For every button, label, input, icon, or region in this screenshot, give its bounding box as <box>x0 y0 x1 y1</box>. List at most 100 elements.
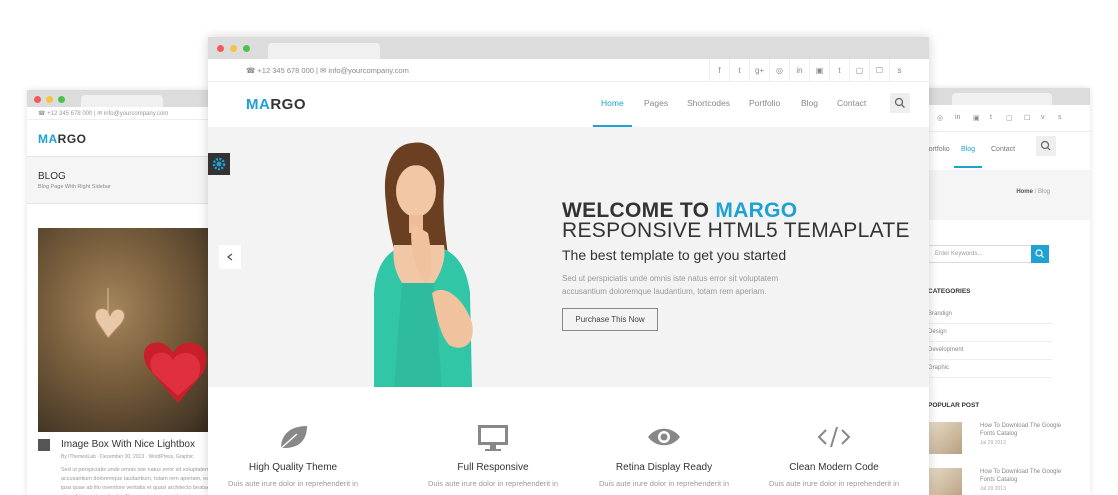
social-icon[interactable]: ▣ <box>973 114 980 122</box>
feature-desc: Duis aute irure dolor in reprehenderit i… <box>427 479 559 488</box>
feature-title: Clean Modern Code <box>789 462 879 473</box>
search-icon <box>894 97 905 108</box>
hero-text: Sed ut perspiciatis unde omnis iste natu… <box>562 274 779 296</box>
breadcrumb-home[interactable]: Home <box>1016 189 1033 195</box>
contact-info: ☎ +12 345 678 000 | ✉ info@yourcompany.c… <box>246 66 409 75</box>
main-nav: Portfolio Blog Contact <box>912 132 1090 170</box>
social-icon[interactable]: t <box>990 114 992 121</box>
post-excerpt: Sed ut perspiciatis unde omnis iste natu… <box>61 467 218 495</box>
popular-post-item[interactable]: How To Download The Google Fonts Catalog… <box>928 468 1061 495</box>
active-nav-underline <box>954 166 982 168</box>
post-meta: By iThemesLab · December 30, 2013 · Word… <box>61 454 194 460</box>
browser-chrome <box>27 90 222 107</box>
nav-item-blog[interactable]: Blog <box>801 98 818 108</box>
linkedin-icon[interactable]: in <box>789 59 809 82</box>
site-header: MARGO Home Pages Shortcodes Portfolio Bl… <box>208 82 929 127</box>
google-plus-icon[interactable]: g+ <box>749 59 769 82</box>
slider-prev-button[interactable] <box>219 245 241 269</box>
browser-tab[interactable] <box>952 93 1052 105</box>
flickr-icon[interactable]: ▣ <box>809 59 829 82</box>
search-icon <box>1040 140 1051 151</box>
nav-item-contact[interactable]: Contact <box>991 146 1015 153</box>
facebook-icon[interactable]: f <box>709 59 729 82</box>
page-banner: BLOG Blog Page With Right Sidebar <box>27 157 222 204</box>
post-thumbnail[interactable] <box>928 468 962 495</box>
code-icon <box>817 426 851 448</box>
sidebar-search-button[interactable] <box>1031 245 1049 263</box>
popular-post-heading: POPULAR POST <box>928 402 980 409</box>
social-icon[interactable]: ▢ <box>1006 114 1013 122</box>
popular-post-title[interactable]: How To Download The Google Fonts Catalog <box>980 422 1070 438</box>
post-title[interactable]: Image Box With Nice Lightbox <box>61 439 195 450</box>
category-item[interactable]: Design <box>928 324 1052 342</box>
popular-post-title[interactable]: How To Download The Google Fonts Catalog <box>980 468 1070 484</box>
image-icon <box>38 439 50 451</box>
search-button[interactable] <box>890 93 910 113</box>
post-thumbnail[interactable] <box>928 422 962 454</box>
leaf-icon <box>278 426 307 451</box>
blog-browser-window: ☎ +12 345 678 000 | ✉ info@yourcompany.c… <box>27 90 222 495</box>
nav-item-portfolio[interactable]: Portfolio <box>749 98 780 108</box>
nav-item-shortcodes[interactable]: Shortcodes <box>687 98 730 108</box>
site-logo[interactable]: MARGO <box>38 132 87 146</box>
social-icon[interactable]: v <box>1041 114 1045 121</box>
feature-desc: Duis aute irure dolor in reprehenderit i… <box>227 479 359 488</box>
popular-post-date: Jul 29 2013 <box>980 486 1006 492</box>
social-icon[interactable]: ☐ <box>1024 114 1030 122</box>
hero-subtitle: The best template to get you started <box>562 247 787 263</box>
feature-item: Full Responsive Duis aute irure dolor in… <box>408 422 578 488</box>
close-dot-icon[interactable] <box>217 45 224 52</box>
purchase-button[interactable]: Purchase This Now <box>562 308 658 331</box>
category-item[interactable]: Graphic <box>928 360 1052 378</box>
nav-item-pages[interactable]: Pages <box>644 98 668 108</box>
feature-title: Full Responsive <box>457 462 529 473</box>
social-icon[interactable]: ◎ <box>937 114 943 122</box>
site-header: MARGO <box>27 120 222 157</box>
nav-item-blog[interactable]: Blog <box>961 146 975 153</box>
search-button[interactable] <box>1036 136 1056 156</box>
style-switcher-button[interactable] <box>208 153 230 175</box>
category-item[interactable]: Development <box>928 342 1052 360</box>
skype-icon[interactable]: s <box>889 59 909 82</box>
maximize-dot-icon[interactable] <box>58 96 65 103</box>
site-logo[interactable]: MARGO <box>246 96 306 113</box>
nav-item-contact[interactable]: Contact <box>837 98 866 108</box>
dribbble-icon[interactable]: ◎ <box>769 59 789 82</box>
hero-title-line2: RESPONSIVE HTML5 TEMAPLATE <box>562 219 910 242</box>
feature-title: Retina Display Ready <box>615 462 713 473</box>
breadcrumb-current: / Blog <box>1032 189 1050 195</box>
breadcrumb: Home / Blog <box>1016 189 1050 195</box>
hero-woman-image <box>374 142 473 387</box>
home-browser-window: ☎ +12 345 678 000 | ✉ info@yourcompany.c… <box>208 37 929 495</box>
nav-item-home[interactable]: Home <box>601 98 624 108</box>
sidebar-search-input[interactable]: Enter Keywords... <box>928 245 1032 263</box>
maximize-dot-icon[interactable] <box>243 45 250 52</box>
chevron-left-icon <box>226 253 233 261</box>
minimize-dot-icon[interactable] <box>230 45 237 52</box>
popular-post-date: Jul 29 2013 <box>980 440 1006 446</box>
feature-item: High Quality Theme Duis aute irure dolor… <box>208 422 378 488</box>
browser-chrome <box>208 37 929 59</box>
instagram-icon[interactable]: ▢ <box>849 59 869 82</box>
vimeo-icon[interactable]: ☐ <box>869 59 889 82</box>
twitter-icon[interactable]: t <box>729 59 749 82</box>
category-item[interactable]: Brandign <box>928 306 1052 324</box>
social-icons: f t g+ ◎ in ▣ t ▢ ☐ s <box>709 59 909 82</box>
hearts-illustration <box>94 288 207 403</box>
browser-tab[interactable] <box>268 43 380 59</box>
features-section: High Quality Theme Duis aute irure dolor… <box>208 387 929 495</box>
page-banner <box>912 170 1090 220</box>
social-icon[interactable]: s <box>1058 114 1062 121</box>
browser-chrome <box>912 88 1090 105</box>
minimize-dot-icon[interactable] <box>46 96 53 103</box>
social-icon[interactable]: in <box>955 114 960 121</box>
close-dot-icon[interactable] <box>34 96 41 103</box>
post-image[interactable] <box>38 228 222 432</box>
tumblr-icon[interactable]: t <box>829 59 849 82</box>
post-heading: Image Box With Nice Lightbox <box>38 438 222 452</box>
popular-post-item[interactable]: How To Download The Google Fonts Catalog… <box>928 422 1061 464</box>
search-icon <box>1035 249 1044 258</box>
social-bar: ◎ in ▣ t ▢ ☐ v s <box>912 105 1090 132</box>
browser-tab[interactable] <box>81 95 163 107</box>
feature-desc: Duis aute irure dolor in reprehenderit i… <box>598 479 730 488</box>
